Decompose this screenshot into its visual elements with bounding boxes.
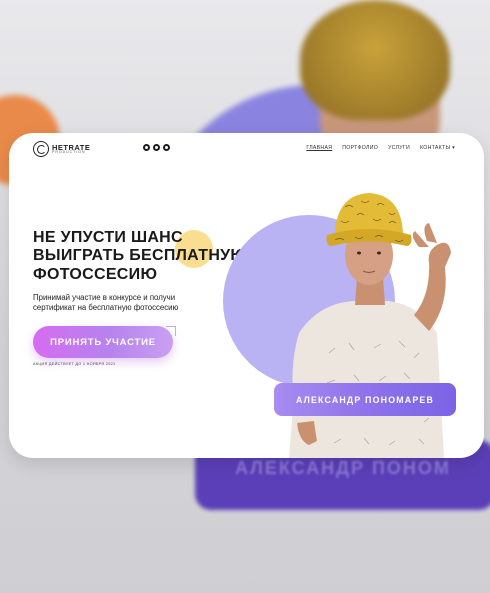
hero-subtext: Принимай участие в конкурсе и получи сер… [33,293,179,313]
logo-icon [33,141,49,157]
nav-item-home[interactable]: ГЛАВНАЯ [306,145,332,151]
main-nav: ГЛАВНАЯ ПОРТФОЛИО УСЛУГИ КОНТАКТЫ ▾ [306,145,455,151]
background-hat [300,0,450,120]
headline-line-1: НЕ УПУСТИ ШАНС [33,229,183,246]
social-links [143,144,170,151]
model-photo [289,193,451,458]
nav-item-portfolio[interactable]: ПОРТФОЛИО [342,145,378,151]
youtube-icon[interactable] [143,144,150,151]
brand-sub: PRODUCTION [52,150,86,154]
background-name-text: АЛЕКСАНДР ПОНОМ [235,458,451,478]
cta-corner-decor [166,326,176,336]
nav-item-contacts[interactable]: КОНТАКТЫ ▾ [420,145,455,151]
model-name-tag: АЛЕКСАНДР ПОНОМАРЕВ [274,383,456,416]
brand-logo[interactable]: HETRATE PRODUCTION [33,141,90,157]
landing-page-card: HETRATE PRODUCTION ГЛАВНАЯ ПОРТФОЛИО УСЛ… [9,133,484,458]
vk-icon[interactable] [163,144,170,151]
promo-note: АКЦИЯ ДЕЙСТВУЕТ ДО 1 НОЯБРЯ 2021 [33,362,116,366]
participate-button[interactable]: ПРИНЯТЬ УЧАСТИЕ [33,326,173,358]
instagram-icon[interactable] [153,144,160,151]
nav-item-services[interactable]: УСЛУГИ [388,145,410,151]
